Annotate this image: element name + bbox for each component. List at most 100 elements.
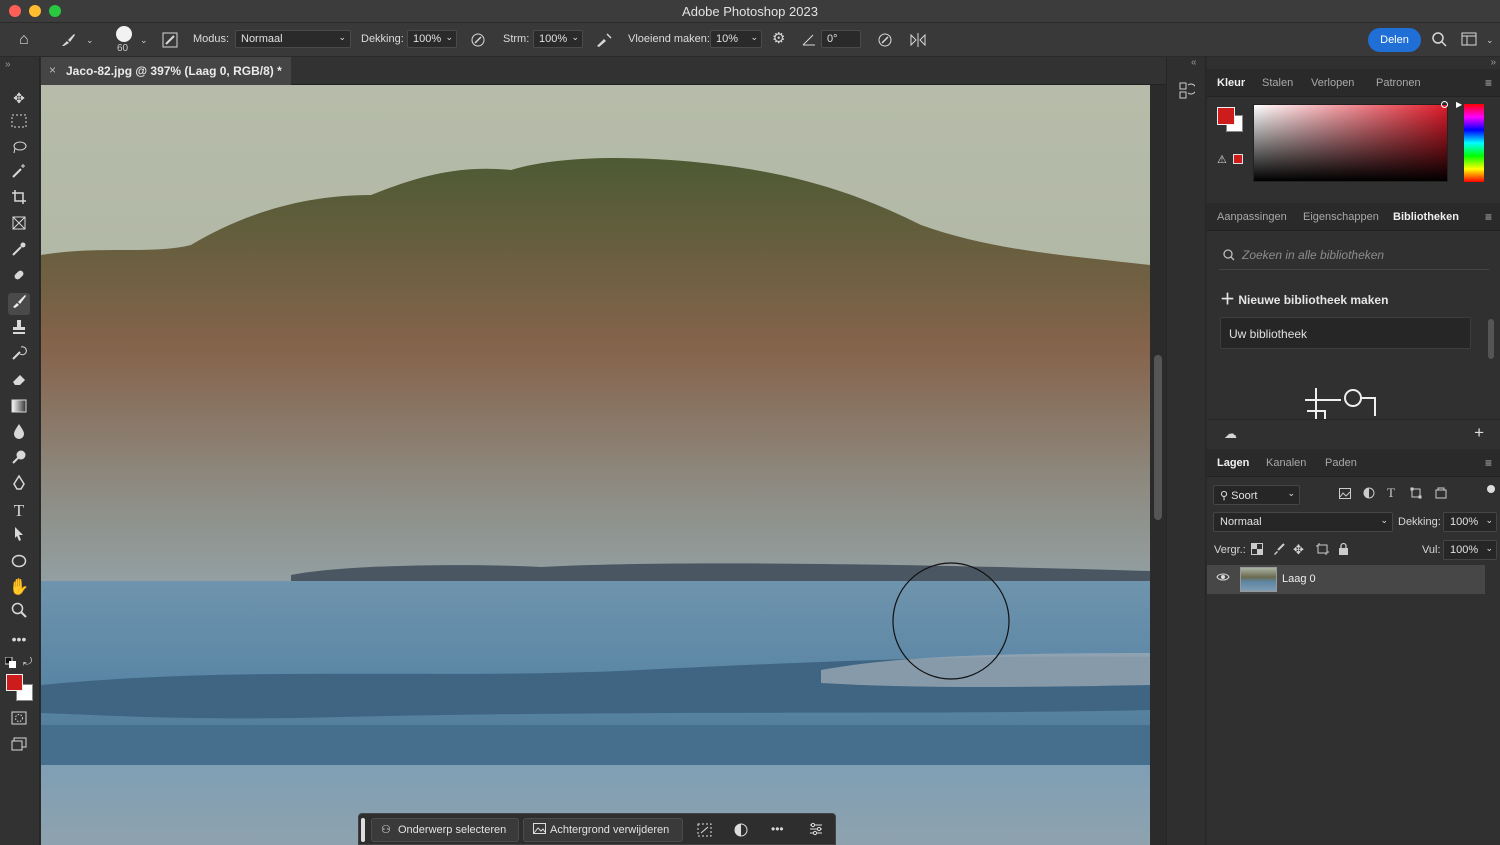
opacity-input[interactable]: 100% ⌄ xyxy=(407,30,457,48)
angle-input[interactable]: 0° xyxy=(821,30,861,48)
close-icon[interactable]: × xyxy=(49,63,56,77)
hue-slider[interactable] xyxy=(1464,104,1484,182)
flow-input[interactable]: 100% ⌄ xyxy=(533,30,583,48)
blend-mode-select[interactable]: Normaal ⌄ xyxy=(1213,512,1393,532)
tab-eigenschappen[interactable]: Eigenschappen xyxy=(1303,211,1379,223)
collapse-panels-icon[interactable]: » xyxy=(1490,57,1496,68)
libraries-scrollbar-thumb[interactable] xyxy=(1488,319,1494,359)
hue-pointer-icon[interactable]: ▶ xyxy=(1456,100,1462,109)
tab-verlopen[interactable]: Verlopen xyxy=(1311,77,1354,89)
more-tools-icon[interactable]: ••• xyxy=(8,628,30,650)
more-options-icon[interactable]: ••• xyxy=(771,823,784,835)
dodge-tool-icon[interactable] xyxy=(8,449,30,471)
tab-stalen[interactable]: Stalen xyxy=(1262,77,1293,89)
tab-lagen[interactable]: Lagen xyxy=(1217,457,1249,469)
ellipse-tool-icon[interactable] xyxy=(8,552,30,574)
document-canvas[interactable] xyxy=(41,85,1150,845)
tab-kanalen[interactable]: Kanalen xyxy=(1266,457,1306,469)
drag-handle[interactable] xyxy=(361,818,365,842)
history-brush-tool-icon[interactable] xyxy=(8,345,30,367)
panel-menu-icon[interactable]: ≡ xyxy=(1485,76,1492,90)
color-picker-marker[interactable] xyxy=(1441,101,1448,108)
move-tool-icon[interactable]: ✥ xyxy=(8,87,30,109)
filter-adjustment-icon[interactable] xyxy=(1363,487,1375,502)
brush-preset-chevron-down-icon[interactable]: ⌄ xyxy=(86,35,94,46)
search-icon[interactable] xyxy=(1432,32,1447,50)
path-selection-tool-icon[interactable] xyxy=(8,526,30,548)
layer-opacity-input[interactable]: 100% ⌄ xyxy=(1443,512,1497,532)
your-library-item[interactable]: Uw bibliotheek xyxy=(1220,317,1471,349)
cloud-icon[interactable]: ☁ xyxy=(1224,426,1237,442)
gamut-warning-icon[interactable]: ⚠ xyxy=(1217,153,1227,166)
gear-icon[interactable]: ⚙ xyxy=(772,31,785,46)
filter-type-icon[interactable]: T xyxy=(1387,485,1395,501)
tab-aanpassingen[interactable]: Aanpassingen xyxy=(1217,211,1287,223)
tab-paden[interactable]: Paden xyxy=(1325,457,1357,469)
brush-preset-icon[interactable] xyxy=(60,32,76,50)
brush-tip-preview[interactable] xyxy=(116,26,132,42)
blur-tool-icon[interactable] xyxy=(8,423,30,445)
type-tool-icon[interactable]: T xyxy=(8,500,30,522)
new-library-button[interactable]: ＋ Nieuwe bibliotheek maken xyxy=(1220,288,1388,309)
select-subject-button[interactable]: ⚇ Onderwerp selecteren xyxy=(371,818,519,842)
filter-pixel-icon[interactable] xyxy=(1339,488,1351,502)
tab-bibliotheken[interactable]: Bibliotheken xyxy=(1393,211,1459,223)
history-panel-icon[interactable] xyxy=(1179,81,1197,102)
brush-size-chevron-down-icon[interactable]: ⌄ xyxy=(140,35,148,46)
plus-icon[interactable]: + xyxy=(1474,423,1484,443)
brush-settings-icon[interactable] xyxy=(162,32,178,50)
home-icon[interactable]: ⌂ xyxy=(19,32,29,48)
canvas-vertical-scrollbar[interactable] xyxy=(1150,85,1166,845)
workspace-chevron-down-icon[interactable]: ⌄ xyxy=(1486,35,1494,46)
lock-all-icon[interactable] xyxy=(1338,542,1349,558)
lock-artboard-icon[interactable] xyxy=(1316,543,1329,558)
eyedropper-tool-icon[interactable] xyxy=(8,241,30,263)
eye-icon[interactable] xyxy=(1216,572,1230,585)
layer-fill-input[interactable]: 100% ⌄ xyxy=(1443,540,1497,560)
remove-background-button[interactable]: Achtergrond verwijderen xyxy=(523,818,683,842)
filter-toggle[interactable] xyxy=(1487,485,1495,493)
color-field[interactable] xyxy=(1253,104,1448,182)
share-button[interactable]: Delen xyxy=(1368,28,1421,52)
marquee-tool-icon[interactable] xyxy=(8,112,30,134)
crop-tool-icon[interactable] xyxy=(8,189,30,211)
layer-row[interactable]: Laag 0 xyxy=(1207,565,1485,594)
default-colors-icon[interactable] xyxy=(4,656,16,670)
healing-brush-tool-icon[interactable] xyxy=(8,267,30,289)
frame-tool-icon[interactable] xyxy=(8,215,30,237)
tab-patronen[interactable]: Patronen xyxy=(1376,77,1421,89)
settings-sliders-icon[interactable] xyxy=(809,822,823,838)
zoom-tool-icon[interactable] xyxy=(8,602,30,624)
clone-stamp-tool-icon[interactable] xyxy=(8,319,30,341)
panel-menu-icon[interactable]: ≡ xyxy=(1485,456,1492,470)
expand-toolbar-icon[interactable]: » xyxy=(5,59,11,70)
gamut-color-swatch[interactable] xyxy=(1233,154,1243,164)
magic-wand-tool-icon[interactable] xyxy=(8,163,30,185)
hand-tool-icon[interactable]: ✋ xyxy=(8,577,30,599)
adjustment-icon[interactable] xyxy=(734,823,748,839)
brush-tool-icon[interactable] xyxy=(8,293,30,315)
lasso-tool-icon[interactable] xyxy=(8,138,30,160)
eraser-tool-icon[interactable] xyxy=(8,371,30,393)
symmetry-icon[interactable] xyxy=(909,31,927,51)
quick-mask-icon[interactable] xyxy=(8,709,30,731)
foreground-color-swatch[interactable] xyxy=(6,674,23,691)
swap-colors-icon[interactable]: ⤾ xyxy=(23,656,32,669)
smoothing-input[interactable]: 10% ⌄ xyxy=(710,30,762,48)
lock-pixels-icon[interactable] xyxy=(1273,543,1285,558)
gradient-tool-icon[interactable] xyxy=(8,397,30,419)
lock-transparency-icon[interactable] xyxy=(1251,543,1263,558)
pen-tool-icon[interactable] xyxy=(8,474,30,497)
scrollbar-thumb[interactable] xyxy=(1154,355,1162,520)
filter-smart-object-icon[interactable] xyxy=(1435,487,1447,502)
airbrush-icon[interactable] xyxy=(595,32,613,50)
pressure-opacity-icon[interactable] xyxy=(470,32,486,50)
library-search-field[interactable]: Zoeken in alle bibliotheken xyxy=(1219,244,1489,270)
panel-menu-icon[interactable]: ≡ xyxy=(1485,210,1492,224)
pressure-size-icon[interactable] xyxy=(877,32,893,50)
filter-shape-icon[interactable] xyxy=(1410,487,1422,502)
transform-icon[interactable] xyxy=(697,823,712,839)
lock-position-icon[interactable]: ✥ xyxy=(1293,542,1304,558)
screen-mode-icon[interactable] xyxy=(8,735,30,757)
tab-kleur[interactable]: Kleur xyxy=(1217,77,1245,89)
